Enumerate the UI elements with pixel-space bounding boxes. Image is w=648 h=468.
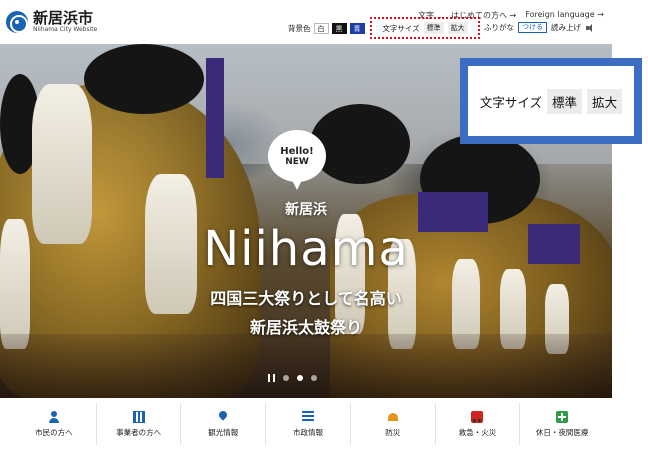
ruby-on-button[interactable]: つける: [518, 22, 547, 33]
float-roof-center: [310, 104, 410, 184]
hero-tagline-1: 四国三大祭りとして名高い: [210, 289, 402, 308]
site-logo[interactable]: 新居浜市 Niihama City Website: [6, 6, 126, 38]
font-large-button[interactable]: 拡大: [447, 22, 468, 34]
callout-font-size-label: 文字サイズ: [479, 94, 543, 110]
slide-dot-1[interactable]: [283, 375, 289, 381]
slide-dot-2[interactable]: [297, 375, 303, 381]
helmet-icon: [387, 411, 399, 423]
map-pin-icon: [217, 411, 229, 423]
slide-dot-3[interactable]: [311, 375, 317, 381]
list-icon: [302, 410, 315, 423]
nav-label: 休日・夜間医療: [535, 427, 589, 437]
hero-city-roman: Niihama: [203, 221, 409, 277]
hero-tagline-2: 新居浜太鼓祭り: [249, 318, 362, 337]
nav-holiday-night-medical[interactable]: 休日・夜間医療: [520, 403, 604, 445]
font-size-label: 文字サイズ: [382, 23, 420, 33]
hero-city-jp: 新居浜: [285, 202, 327, 218]
person-icon: [48, 410, 60, 423]
float-roof-left: [84, 44, 204, 114]
font-size-callout: 文字サイズ 標準 拡大: [460, 58, 642, 144]
font-standard-button[interactable]: 標準: [423, 22, 444, 34]
building-icon: [132, 410, 145, 423]
bg-color-label: 背景色: [288, 23, 311, 33]
fire-truck-icon: [471, 410, 484, 423]
city-emblem-icon: [6, 11, 28, 33]
tassel-left: [32, 84, 92, 244]
festival-crowd: [0, 334, 612, 398]
pause-icon[interactable]: [268, 374, 275, 382]
bg-blue-button[interactable]: 青: [349, 22, 365, 34]
read-aloud-label[interactable]: 読み上げ: [551, 22, 581, 33]
badge-hello: Hello!: [280, 145, 314, 157]
nav-label: 観光情報: [208, 427, 239, 437]
nav-city-government[interactable]: 市政情報: [266, 403, 351, 445]
nav-tourism[interactable]: 観光情報: [181, 403, 267, 445]
hello-new-badge: Hello! NEW: [268, 130, 326, 190]
nav-label: 救急・火災: [458, 427, 497, 437]
slide-controls: [268, 374, 317, 382]
font-size-selector: 文字サイズ 標準 拡大: [370, 17, 480, 39]
callout-large-button[interactable]: 拡大: [587, 88, 623, 114]
logo-name: 新居浜市: [33, 9, 94, 27]
bg-black-button[interactable]: 黒: [331, 22, 347, 34]
nav-businesses[interactable]: 事業者の方へ: [97, 403, 182, 445]
callout-standard-button[interactable]: 標準: [547, 88, 583, 114]
bg-white-button[interactable]: 白: [313, 22, 329, 34]
nav-disaster-prevention[interactable]: 防災: [351, 403, 436, 445]
ruby-label: ふりがな: [484, 23, 514, 32]
logo-subtitle: Niihama City Website: [33, 26, 98, 33]
festival-banner-left: [206, 58, 224, 178]
medical-icon: [556, 410, 569, 423]
badge-new: NEW: [285, 156, 309, 167]
nav-label: 防災: [385, 427, 401, 437]
background-color-selector: 背景色 白 黒 青: [288, 22, 365, 34]
foreign-language-link[interactable]: Foreign language →: [525, 10, 604, 21]
nav-label: 市政情報: [293, 427, 324, 437]
nav-label: 市民の方へ: [35, 427, 73, 437]
nav-label: 事業者の方へ: [116, 427, 162, 437]
category-nav: 市民の方へ 事業者の方へ 観光情報 市政情報 防災 救急・火災 休日・夜間医療: [12, 403, 604, 445]
nav-emergency-fire[interactable]: 救急・火災: [436, 403, 521, 445]
ruby-read-controls: ふりがな つける 読み上げ: [484, 22, 595, 33]
nav-citizens[interactable]: 市民の方へ: [12, 403, 97, 445]
speaker-icon[interactable]: [585, 23, 595, 33]
